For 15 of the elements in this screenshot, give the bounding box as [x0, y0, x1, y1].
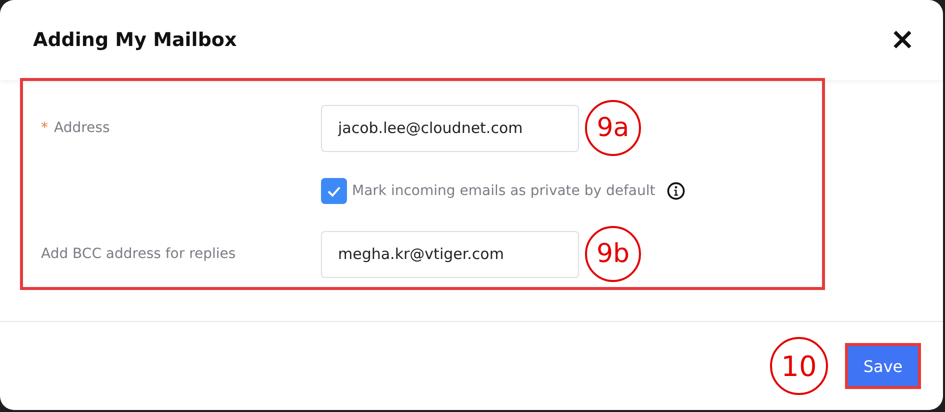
save-button[interactable]: Save	[845, 343, 921, 389]
required-marker: *	[41, 120, 48, 136]
callout-marker: 9a	[585, 100, 641, 156]
field-label: Add BCC address for replies	[41, 246, 236, 262]
callout-marker: 10	[770, 337, 828, 395]
close-button[interactable]: ×	[886, 25, 919, 55]
info-icon[interactable]	[667, 182, 686, 200]
dialog-title: Adding My Mailbox	[33, 29, 237, 51]
text-field[interactable]: jacob.lee@cloudnet.com	[321, 104, 579, 152]
check-icon	[327, 186, 341, 196]
checkbox-label: Mark incoming emails as private by default	[352, 183, 656, 199]
callout-marker: 9b	[585, 226, 641, 282]
field-label: Address	[54, 120, 110, 136]
text-field[interactable]: megha.kr@vtiger.com	[321, 230, 579, 278]
checkbox[interactable]	[321, 178, 347, 204]
